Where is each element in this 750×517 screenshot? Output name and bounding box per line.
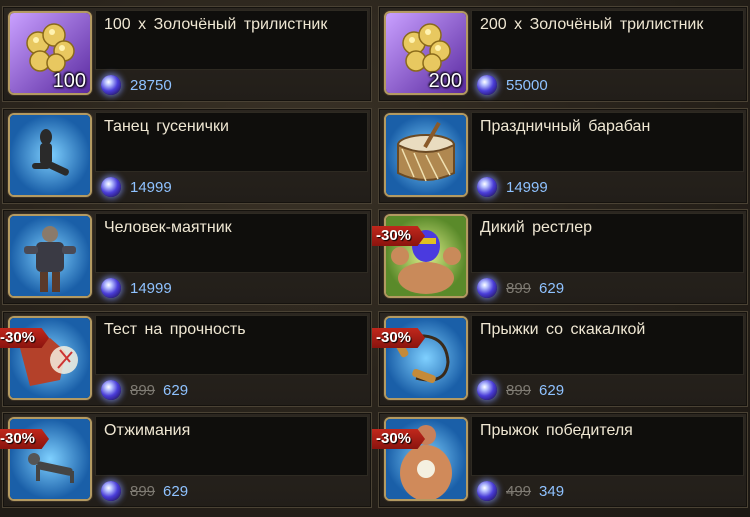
item-title: Тест на прочность bbox=[104, 321, 246, 338]
shop-item-card[interactable]: Праздничный барабан 14999 bbox=[378, 108, 748, 204]
item-title-box: Танец гусенички bbox=[95, 112, 368, 172]
item-title: Человек-маятник bbox=[104, 219, 232, 236]
discount-badge: -30% bbox=[0, 328, 50, 348]
old-price: 899 bbox=[506, 279, 532, 297]
price: 629 bbox=[163, 482, 189, 500]
shop-item-card[interactable]: -30% Тест на прочность 899 629 bbox=[0, 311, 372, 407]
price-row: 14999 bbox=[477, 175, 548, 199]
item-title-box: Праздничный барабан bbox=[471, 112, 744, 172]
item-title-box: Человек-маятник bbox=[95, 213, 368, 273]
price: 349 bbox=[539, 482, 565, 500]
old-price: 899 bbox=[130, 381, 156, 399]
shop-grid: 100 100 x Золочёный трилистник 28750 200 20… bbox=[0, 0, 750, 517]
gem-icon bbox=[101, 481, 121, 501]
shop-item-card[interactable]: 200 200 x Золочёный трилистник 55000 bbox=[378, 6, 748, 102]
item-title: Прыжки со скакалкой bbox=[480, 321, 646, 338]
price-row: 899 629 bbox=[477, 276, 564, 300]
gem-icon bbox=[477, 177, 497, 197]
price: 14999 bbox=[130, 178, 172, 196]
shop-item-card[interactable]: 100 100 x Золочёный трилистник 28750 bbox=[2, 6, 372, 102]
item-icon-frame[interactable]: 100 bbox=[8, 11, 92, 95]
item-title: Прыжок победителя bbox=[480, 422, 633, 439]
price-row: 14999 bbox=[101, 276, 172, 300]
item-title-box: Прыжок победителя bbox=[471, 416, 744, 476]
price: 55000 bbox=[506, 76, 548, 94]
item-title-box: 200 x Золочёный трилистник bbox=[471, 10, 744, 70]
shop-item-card[interactable]: Танец гусенички 14999 bbox=[2, 108, 372, 204]
price-row: 55000 bbox=[477, 73, 548, 97]
gem-icon bbox=[477, 278, 497, 298]
price-row: 899 629 bbox=[101, 378, 188, 402]
gem-icon bbox=[101, 278, 121, 298]
item-title: Праздничный барабан bbox=[480, 118, 651, 135]
old-price: 899 bbox=[130, 482, 156, 500]
item-title-box: Прыжки со скакалкой bbox=[471, 315, 744, 375]
gem-icon bbox=[101, 177, 121, 197]
caterpillar-dance-icon bbox=[10, 115, 90, 195]
item-title-box: Отжимания bbox=[95, 416, 368, 476]
item-icon-frame[interactable] bbox=[8, 214, 92, 298]
price-row: 899 629 bbox=[101, 479, 188, 503]
price: 14999 bbox=[506, 178, 548, 196]
pendulum-man-icon bbox=[10, 216, 90, 296]
drum-icon bbox=[386, 115, 466, 195]
shop-item-card[interactable]: -30% Отжимания 899 629 bbox=[0, 412, 372, 508]
shop-item-card[interactable]: Человек-маятник 14999 bbox=[2, 209, 372, 305]
shop-item-card[interactable]: -30% Прыжок победителя 499 349 bbox=[372, 412, 748, 508]
shop-item-card[interactable]: -30% Прыжки со скакалкой 899 629 bbox=[372, 311, 748, 407]
gem-icon bbox=[477, 75, 497, 95]
gem-icon bbox=[101, 380, 121, 400]
price-row: 899 629 bbox=[477, 378, 564, 402]
price: 629 bbox=[539, 279, 565, 297]
item-icon-frame[interactable]: 200 bbox=[384, 11, 468, 95]
discount-badge: -30% bbox=[372, 226, 426, 246]
gem-icon bbox=[477, 380, 497, 400]
price: 14999 bbox=[130, 279, 172, 297]
old-price: 499 bbox=[506, 482, 532, 500]
discount-badge: -30% bbox=[372, 429, 426, 449]
item-title: Танец гусенички bbox=[104, 118, 229, 135]
gem-icon bbox=[477, 481, 497, 501]
item-quantity: 200 bbox=[428, 70, 462, 92]
item-title-box: 100 x Золочёный трилистник bbox=[95, 10, 368, 70]
discount-badge: -30% bbox=[0, 429, 50, 449]
item-title-box: Тест на прочность bbox=[95, 315, 368, 375]
item-icon-frame[interactable] bbox=[384, 113, 468, 197]
price-row: 28750 bbox=[101, 73, 172, 97]
price: 629 bbox=[539, 381, 565, 399]
item-quantity: 100 bbox=[52, 70, 86, 92]
old-price: 899 bbox=[506, 381, 532, 399]
gem-icon bbox=[101, 75, 121, 95]
discount-badge: -30% bbox=[372, 328, 426, 348]
item-title-box: Дикий рестлер bbox=[471, 213, 744, 273]
shop-item-card[interactable]: -30% Дикий рестлер 899 629 bbox=[372, 209, 748, 305]
price: 28750 bbox=[130, 76, 172, 94]
item-title: 100 x Золочёный трилистник bbox=[104, 16, 328, 33]
item-icon-frame[interactable] bbox=[8, 113, 92, 197]
price: 629 bbox=[163, 381, 189, 399]
item-title: Отжимания bbox=[104, 422, 191, 439]
item-title: Дикий рестлер bbox=[480, 219, 592, 236]
price-row: 499 349 bbox=[477, 479, 564, 503]
item-title: 200 x Золочёный трилистник bbox=[480, 16, 704, 33]
price-row: 14999 bbox=[101, 175, 172, 199]
